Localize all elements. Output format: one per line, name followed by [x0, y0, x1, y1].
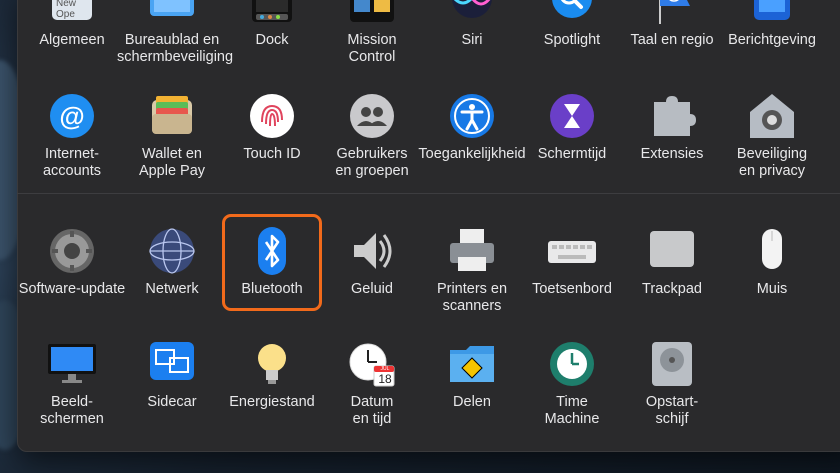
pref-label: Dock: [255, 32, 289, 48]
pref-label: Geluid: [351, 281, 393, 297]
pref-label: Berichtgeving: [728, 32, 816, 48]
sharing-icon: [448, 340, 496, 388]
pref-muis[interactable]: Muis: [717, 227, 827, 298]
pref-label: Mission Control: [347, 32, 397, 65]
pref-berichtgeving[interactable]: Berichtgeving: [717, 0, 827, 49]
pref-label: Datum en tijd: [350, 394, 394, 427]
pref-software[interactable]: Software-update: [17, 227, 127, 298]
general-icon: New Ope: [48, 0, 96, 26]
pref-label: Printers en scanners: [436, 281, 508, 314]
software-update-icon: [48, 227, 96, 275]
mouse-icon: [748, 227, 796, 275]
extensions-icon: [648, 92, 696, 140]
date-time-icon: JUL 18: [348, 340, 396, 388]
pref-label: Algemeen: [39, 32, 105, 48]
pref-sidecar[interactable]: Sidecar: [117, 340, 227, 411]
pref-energie[interactable]: Energiestand: [217, 340, 327, 411]
pref-label: Beeld- schermen: [40, 394, 104, 427]
pref-label: Internet- accounts: [42, 146, 102, 179]
pref-label: Taal en regio: [630, 32, 714, 48]
pref-label: Toegankelijkheid: [418, 146, 526, 162]
pref-datum[interactable]: JUL 18 Datum en tijd: [317, 340, 427, 428]
keyboard-icon: [548, 227, 596, 275]
notifications-icon: [748, 0, 796, 26]
pref-label: Trackpad: [642, 281, 702, 297]
pref-label: Netwerk: [145, 281, 199, 297]
pref-bureaublad[interactable]: Bureaublad en schermbeveiliging: [117, 0, 234, 66]
pref-delen[interactable]: Delen: [417, 340, 527, 411]
pref-geluid[interactable]: Geluid: [317, 227, 427, 298]
pref-label: Beveiliging en privacy: [736, 146, 808, 179]
desktop-screensaver-icon: [148, 0, 196, 26]
pref-label: Touch ID: [243, 146, 301, 162]
pref-internet[interactable]: @ Internet- accounts: [17, 92, 127, 180]
trackpad-icon: [648, 227, 696, 275]
pref-bluetooth[interactable]: Bluetooth: [217, 227, 327, 298]
pref-label: Bluetooth: [241, 281, 303, 297]
pref-label: Opstart- schijf: [645, 394, 699, 427]
pref-taal[interactable]: Taal en regio: [617, 0, 727, 49]
siri-icon: [448, 0, 496, 26]
mission-control-icon: [348, 0, 396, 26]
sidecar-icon: [148, 340, 196, 388]
accessibility-icon: [448, 92, 496, 140]
pref-beveiliging[interactable]: Beveiliging en privacy: [717, 92, 827, 180]
pref-touchid[interactable]: Touch ID: [217, 92, 327, 163]
pref-spotlight[interactable]: Spotlight: [517, 0, 627, 49]
pref-extensies[interactable]: Extensies: [617, 92, 727, 163]
pref-schermtijd[interactable]: Schermtijd: [517, 92, 627, 163]
pref-toegankelijkheid[interactable]: Toegankelijkheid: [417, 92, 527, 163]
svg-text:Ope: Ope: [56, 9, 75, 20]
displays-icon: [48, 340, 96, 388]
pref-mission[interactable]: Mission Control: [317, 0, 427, 66]
users-groups-icon: [348, 92, 396, 140]
calendar-day-label: 18: [378, 372, 392, 386]
pref-dock[interactable]: Dock: [217, 0, 327, 49]
screen-time-icon: [548, 92, 596, 140]
pref-label: Delen: [453, 394, 491, 410]
pref-beeldschermen[interactable]: Beeld- schermen: [17, 340, 127, 428]
pref-printers[interactable]: Printers en scanners: [417, 227, 527, 315]
pref-label: Gebruikers en groepen: [335, 146, 409, 179]
internet-accounts-icon: @: [48, 92, 96, 140]
pref-label: Schermtijd: [537, 146, 607, 162]
pref-label: Sidecar: [147, 394, 197, 410]
dock-icon: [248, 0, 296, 26]
pref-trackpad[interactable]: Trackpad: [617, 227, 727, 298]
pref-label: Siri: [461, 32, 483, 48]
language-region-icon: [648, 0, 696, 26]
touch-id-icon: [248, 92, 296, 140]
energy-saver-icon: [248, 340, 296, 388]
pref-label: Toetsenbord: [532, 281, 612, 297]
pref-siri[interactable]: Siri: [417, 0, 527, 49]
pref-label: Software-update: [18, 281, 126, 297]
printers-scanners-icon: [448, 227, 496, 275]
svg-text:@: @: [59, 101, 84, 131]
pref-label: Time Machine: [544, 394, 600, 427]
sound-icon: [348, 227, 396, 275]
pref-label: Energiestand: [229, 394, 315, 410]
pref-wallet[interactable]: Wallet en Apple Pay: [117, 92, 227, 180]
pref-toetsenbord[interactable]: Toetsenbord: [517, 227, 627, 298]
time-machine-icon: [548, 340, 596, 388]
pref-netwerk[interactable]: Netwerk: [117, 227, 227, 298]
pref-opstart[interactable]: Opstart- schijf: [617, 340, 727, 428]
wallet-icon: [148, 92, 196, 140]
pref-gebruikers[interactable]: Gebruikers en groepen: [317, 92, 427, 180]
spotlight-icon: [548, 0, 596, 26]
pref-algemeen[interactable]: New Ope Algemeen: [17, 0, 127, 49]
pref-label: Bureaublad en schermbeveiliging: [117, 32, 234, 65]
general-icon-text: New: [56, 0, 77, 9]
pref-label: Spotlight: [543, 32, 601, 48]
pref-label: Extensies: [640, 146, 704, 162]
pref-timemachine[interactable]: Time Machine: [517, 340, 627, 428]
pref-label: Wallet en Apple Pay: [138, 146, 206, 179]
security-privacy-icon: [748, 92, 796, 140]
bluetooth-icon: [248, 227, 296, 275]
pref-label: Muis: [756, 281, 788, 297]
section-divider: [17, 193, 840, 194]
network-icon: [148, 227, 196, 275]
startup-disk-icon: [648, 340, 696, 388]
